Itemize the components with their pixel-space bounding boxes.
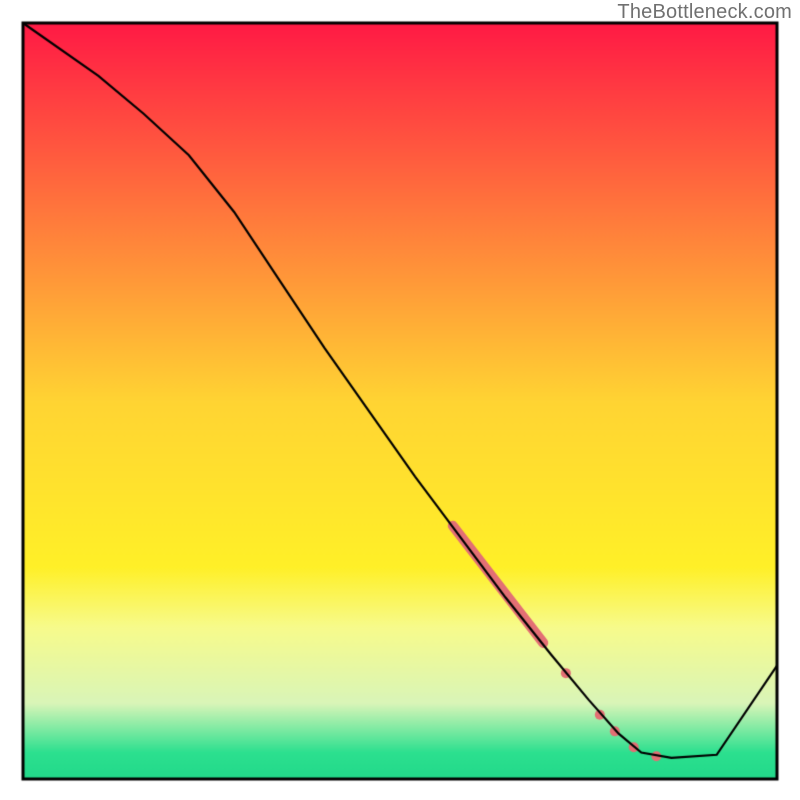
bottleneck-chart-canvas [0, 0, 800, 800]
chart-container: TheBottleneck.com [0, 0, 800, 800]
watermark-text: TheBottleneck.com [617, 1, 792, 24]
